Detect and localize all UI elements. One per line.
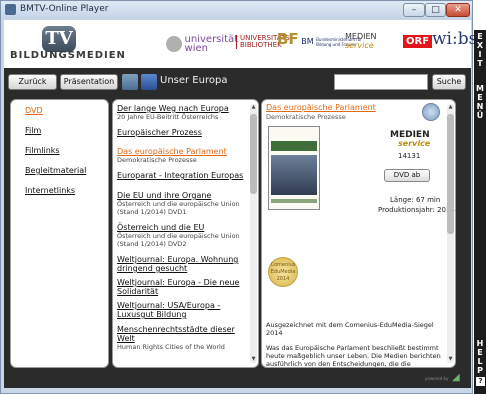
scroll-up-icon[interactable]: ▲ [447, 104, 454, 111]
list-item-title[interactable]: Weltjournal: Europa - Die neue Solidarit… [117, 278, 249, 296]
search-input[interactable] [334, 74, 428, 90]
list-item-subtitle: 20 Jahre EU-Beitritt Österreichs [117, 113, 219, 121]
description-text: Was das Europäische Parlament beschließt… [266, 344, 441, 368]
length-label: Länge: 67 min [390, 196, 441, 204]
nav-item-filmlinks[interactable]: Filmlinks [25, 146, 60, 155]
wiebs-logo[interactable]: wi:bs [432, 29, 477, 49]
medienservice-detail-logo: MEDIEN service [390, 130, 431, 148]
sponsor-banner: TV BILDUNGSMEDIEN universität wien UNIVER… [4, 20, 477, 68]
side-strip: E X I T M E N Ü H E L P ? [474, 30, 486, 394]
list-item-title[interactable]: Der lange Weg nach Europa [117, 104, 249, 113]
list-item-title[interactable]: Menschenrechtsstädte dieser Welt [117, 325, 249, 343]
list-item[interactable]: Die EU und ihre Organe Österreich und di… [117, 191, 249, 216]
list-scroll-thumb[interactable] [250, 114, 257, 194]
minimize-button[interactable]: – [403, 3, 425, 17]
comenius-award-badge: Comenius EduMedia 2014 [268, 257, 298, 287]
nav-item-begleitmaterial[interactable]: Begleitmaterial [25, 166, 86, 175]
dvd-detail: Das europäische Parlament Demokratische … [261, 99, 456, 368]
home-icon[interactable] [122, 74, 138, 90]
globe-icon [166, 36, 182, 52]
list-item[interactable]: Das europäische Parlament Demokratische … [117, 147, 249, 164]
scroll-down-icon[interactable]: ▼ [447, 356, 454, 363]
presentation-button[interactable]: Präsentation [60, 74, 118, 90]
info-icon[interactable] [422, 103, 440, 121]
resize-grip-icon[interactable]: ◢ [452, 372, 466, 386]
powered-by-label: powered by [425, 376, 449, 381]
search-button[interactable]: Suche [432, 74, 466, 90]
list-item-subtitle: Österreich und die europäische Union (St… [117, 232, 240, 248]
award-text: Ausgezeichnet mit dem Comenius-EduMedia-… [266, 321, 434, 337]
media-number: 14131 [398, 152, 421, 160]
scroll-up-icon[interactable]: ▲ [250, 104, 257, 111]
list-item-title[interactable]: Die EU und ihre Organe [117, 191, 249, 200]
dvd-cover-image [268, 126, 320, 210]
orf-logo[interactable]: ORF [403, 35, 433, 48]
list-item[interactable]: Weltjournal: Europa - Die neue Solidarit… [117, 278, 249, 296]
bildungsmedien-logo[interactable]: TV BILDUNGSMEDIEN [10, 26, 126, 64]
list-item[interactable]: Der lange Weg nach Europa 20 Jahre EU-Be… [117, 104, 249, 121]
dvd-ab-button[interactable]: DVD ab [384, 169, 430, 182]
detail-scroll-thumb[interactable] [447, 114, 454, 234]
toolbar: Zurück Präsentation Unser Europa Suche [8, 74, 466, 92]
detail-subtitle: Demokratische Prozesse [266, 113, 346, 121]
category-nav: DVD Film Filmlinks Begleitmaterial Inter… [10, 99, 109, 368]
list-item-title[interactable]: Europäischer Prozess [117, 128, 249, 137]
dvd-list: Der lange Weg nach Europa 20 Jahre EU-Be… [112, 99, 259, 368]
detail-title[interactable]: Das europäische Parlament [266, 103, 376, 112]
nav-item-film[interactable]: Film [25, 126, 41, 135]
help-icon[interactable]: ? [476, 377, 485, 386]
app-icon [5, 4, 16, 15]
maximize-button[interactable]: □ [425, 3, 446, 17]
bmtv-logo-mark: TV [42, 26, 76, 52]
list-item-title[interactable]: Österreich und die EU [117, 223, 249, 232]
section-title: Unser Europa [160, 75, 228, 86]
list-item-subtitle: Österreich und die europäische Union (St… [117, 200, 240, 216]
list-item[interactable]: Weltjournal: Europa. Wohnung dringend ge… [117, 255, 249, 273]
detail-scrollbar[interactable]: ▲ ▼ [447, 104, 454, 363]
list-item-title[interactable]: Das europäische Parlament [117, 147, 249, 156]
window-title: BMTV-Online Player [20, 4, 109, 14]
monitor-icon[interactable] [141, 74, 157, 90]
close-button[interactable]: ✕ [446, 3, 470, 17]
list-item[interactable]: Europäischer Prozess [117, 128, 249, 137]
list-item-title[interactable]: Europarat - Integration Europas [117, 171, 249, 180]
uni-wien-name: universität wien [184, 34, 239, 54]
list-item[interactable]: Menschenrechtsstädte dieser Welt Human R… [117, 325, 249, 351]
list-item-subtitle: Demokratische Prozesse [117, 156, 197, 164]
list-item[interactable]: Europarat - Integration Europas [117, 171, 249, 180]
list-item[interactable]: Österreich und die EU Österreich und die… [117, 223, 249, 248]
list-item-subtitle: Human Rights Cities of the World [117, 343, 225, 351]
nav-item-dvd[interactable]: DVD [25, 106, 43, 115]
list-item[interactable]: Weltjournal: USA/Europa - Luxusgut Bildu… [117, 301, 249, 319]
bildungsmedien-logo-text: BILDUNGSMEDIEN [10, 50, 126, 61]
back-button[interactable]: Zurück [8, 74, 57, 90]
medienservice-logo[interactable]: MEDIEN service [345, 32, 377, 50]
nav-item-internetlinks[interactable]: Internetlinks [25, 186, 75, 195]
scroll-down-icon[interactable]: ▼ [250, 356, 257, 363]
universitaet-wien-logo[interactable]: universität wien [166, 34, 239, 54]
list-item-title[interactable]: Weltjournal: Europa. Wohnung dringend ge… [117, 255, 249, 273]
title-bar[interactable]: BMTV-Online Player – □ ✕ [1, 1, 472, 19]
list-scrollbar[interactable]: ▲ ▼ [250, 104, 257, 363]
list-item-title[interactable]: Weltjournal: USA/Europa - Luxusgut Bildu… [117, 301, 249, 319]
production-year-label: Produktionsjahr: 2014 [378, 206, 455, 214]
